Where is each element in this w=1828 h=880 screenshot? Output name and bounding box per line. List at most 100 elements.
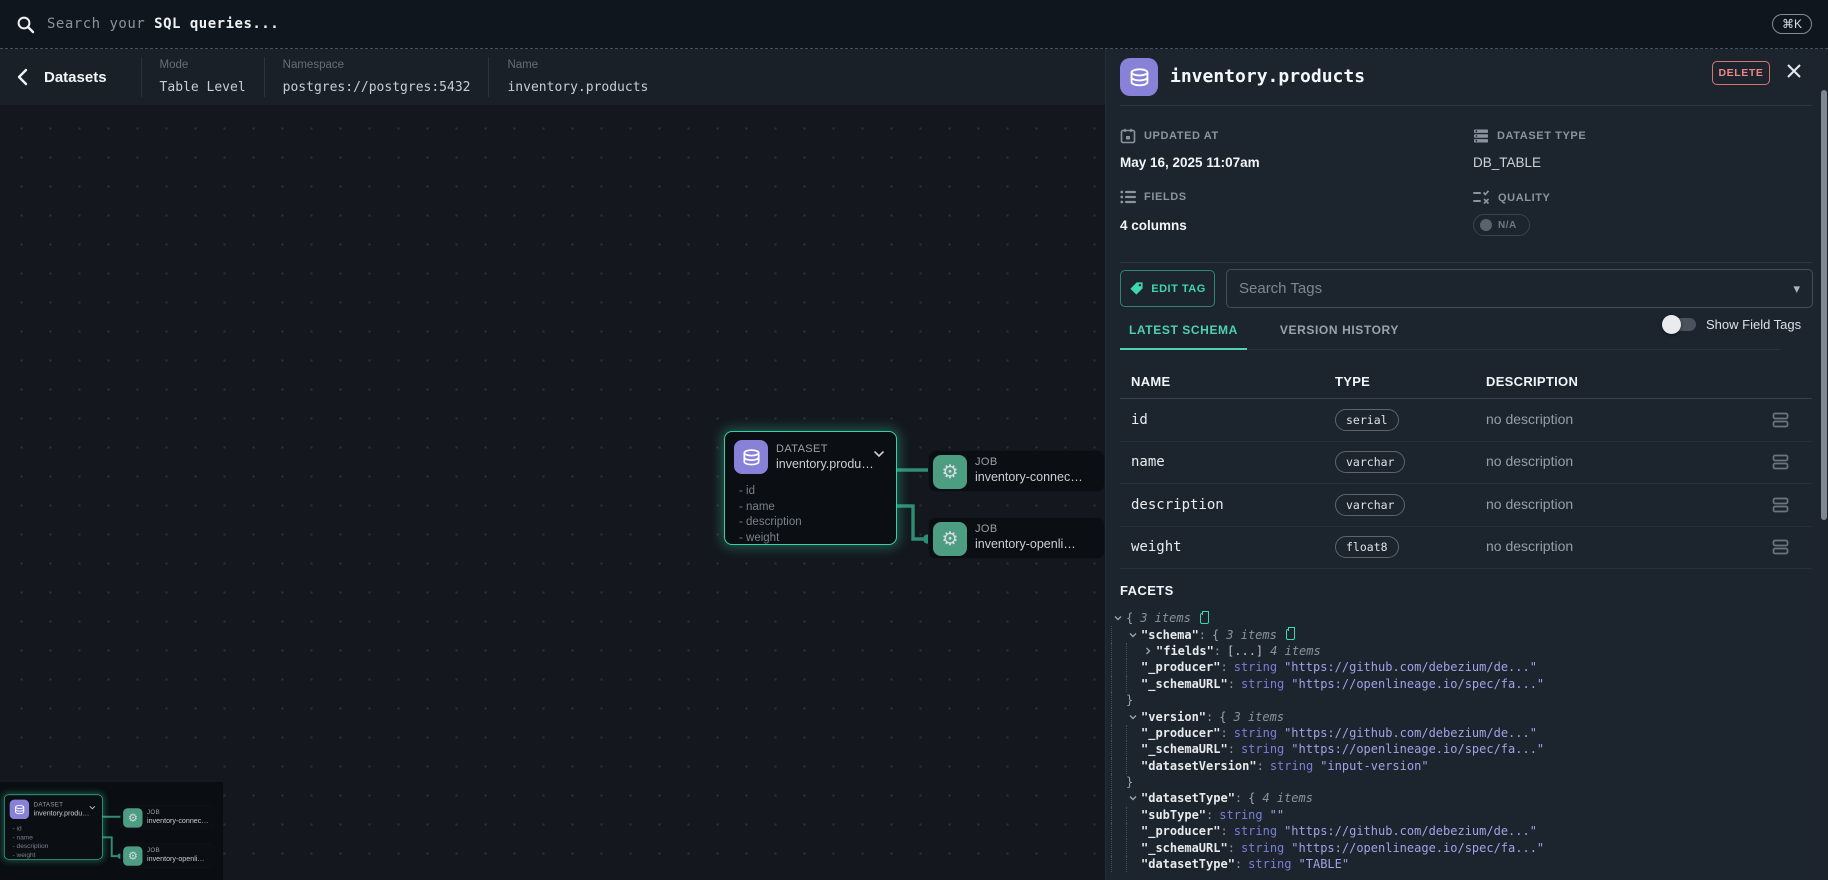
dataset-type-label: DATASET TYPE	[1473, 128, 1586, 144]
lineage-canvas[interactable]: DATASET inventory.produ… - id - name - des…	[0, 105, 1105, 880]
header-meta-mode: Mode Table Level	[140, 57, 264, 97]
page-header: Datasets Mode Table Level Namespace post…	[0, 49, 1105, 105]
dataset-field: - weight	[739, 531, 780, 544]
node-kind-label: DATASET	[776, 443, 828, 455]
json-key: "subType"	[1141, 807, 1207, 822]
json-colon: :	[1234, 791, 1243, 806]
close-icon[interactable]	[1784, 61, 1804, 81]
json-key: "fields"	[1156, 643, 1214, 658]
back-button[interactable]	[0, 68, 44, 86]
collapse-caret-icon[interactable]	[1126, 793, 1139, 803]
collapse-caret-icon[interactable]	[1126, 712, 1139, 722]
expand-caret-icon[interactable]	[1141, 646, 1154, 656]
minimap[interactable]: DATASET inventory.produ… - id - name - des…	[0, 782, 223, 880]
json-type: string	[1240, 840, 1285, 855]
json-brace: }	[1126, 693, 1134, 708]
field-name: weight	[1131, 539, 1182, 556]
facet-json-line: "_producer": string "https://github.com/de…	[1111, 724, 1812, 742]
indent-guide	[1111, 708, 1126, 725]
json-items: 4 items	[1262, 791, 1313, 806]
collapse-caret-icon[interactable]	[1126, 630, 1139, 640]
json-items: 3 items	[1226, 627, 1277, 642]
dataset-field: - id	[12, 825, 22, 833]
row-stack-icon[interactable]	[1772, 539, 1789, 555]
dataset-field-list: - id - name - description - weight	[13, 825, 49, 860]
search-placeholder-emphasis: SQL queries...	[154, 16, 280, 32]
indent-guide	[1111, 855, 1126, 873]
row-stack-icon[interactable]	[1772, 454, 1789, 470]
json-colon: :	[1227, 840, 1235, 855]
indent-guide	[1126, 839, 1141, 856]
json-items: 3 items	[1140, 611, 1191, 626]
facet-json-line: "subType": string ""	[1111, 806, 1812, 824]
database-icon	[734, 440, 768, 474]
json-type: string	[1233, 725, 1278, 740]
dataset-node[interactable]: DATASET inventory.produ… - id - name - des…	[724, 431, 897, 545]
json-type: string	[1240, 676, 1285, 691]
schema-row: name varchar no description	[1120, 442, 1812, 484]
database-icon	[9, 799, 30, 820]
field-type-badge: varchar	[1335, 451, 1406, 474]
indent-guide	[1111, 691, 1126, 709]
chevron-down-icon[interactable]: ▾	[1793, 281, 1800, 297]
job-node-openlineage[interactable]: ⚙ JOB inventory-openli…	[928, 517, 1105, 559]
toggle-switch[interactable]	[1662, 315, 1696, 334]
node-kind-label: JOB	[975, 523, 998, 535]
row-stack-icon[interactable]	[1772, 412, 1789, 428]
facet-json-line: }	[1111, 773, 1812, 791]
meta-label: Mode	[159, 59, 189, 71]
json-brace: }	[1126, 775, 1134, 790]
gear-icon: ⚙	[123, 808, 143, 828]
collapse-caret-icon[interactable]	[1111, 613, 1124, 623]
indent-guide	[1111, 823, 1126, 840]
dataset-field: - id	[739, 485, 755, 497]
dataset-field: - name	[739, 500, 775, 513]
tab-version-history[interactable]: VERSION HISTORY	[1271, 313, 1408, 349]
json-key: "datasetType"	[1141, 857, 1235, 872]
facets-json-viewer: {3 items "schema":{3 items "fields": [...] 4…	[1111, 610, 1812, 873]
facet-json-line: "_schemaURL": string "https://openlineage.…	[1111, 839, 1812, 856]
json-type: string	[1269, 758, 1314, 773]
edit-tag-button[interactable]: EDIT TAG	[1120, 270, 1215, 307]
json-colon: :	[1220, 824, 1228, 839]
row-stack-icon[interactable]	[1772, 497, 1789, 513]
node-kind-label: JOB	[975, 456, 998, 468]
quality-checklist-icon	[1473, 190, 1490, 205]
copy-to-clipboard-icon[interactable]	[1285, 627, 1295, 641]
quality-label: QUALITY	[1473, 190, 1550, 205]
show-field-tags-toggle[interactable]: Show Field Tags	[1662, 315, 1802, 334]
facet-json-line: "datasetVersion": string "input-version"	[1111, 757, 1812, 774]
field-name: id	[1131, 411, 1148, 428]
indent-guide	[1111, 626, 1126, 643]
indent-guide	[1111, 790, 1126, 807]
list-icon	[1120, 190, 1136, 204]
facet-json-line: "_schemaURL": string "https://openlineage.…	[1111, 675, 1812, 692]
json-str: "https://openlineage.io/spec/fa..."	[1291, 840, 1545, 855]
job-node-connector[interactable]: ⚙ JOB inventory-connec…	[928, 450, 1105, 492]
global-search-input[interactable]: Search your SQL queries...	[47, 16, 279, 32]
panel-scrollbar-thumb[interactable]	[1821, 90, 1827, 520]
minimap-job-node: ⚙ JOB inventory-openli…	[120, 843, 215, 868]
facet-json-line: "datasetType": string "TABLE"	[1111, 855, 1812, 873]
search-tags-input[interactable]: Search Tags ▾	[1226, 269, 1813, 308]
facets-title: FACETS	[1120, 583, 1174, 598]
tab-latest-schema[interactable]: LATEST SCHEMA	[1120, 313, 1247, 350]
indent-guide	[1111, 724, 1126, 742]
minimap-dataset-node: DATASET inventory.produ… - id - name - des…	[3, 794, 103, 860]
node-name-label: inventory.produ…	[776, 457, 874, 471]
gear-icon: ⚙	[933, 522, 967, 556]
facet-json-line: "datasetType": {4 items	[1111, 790, 1812, 807]
json-key: "version"	[1141, 709, 1207, 724]
page-title: Datasets	[44, 68, 107, 86]
collapse-fields-chevron-icon[interactable]	[873, 450, 885, 458]
schema-table-header: NAME TYPE DESCRIPTION	[1120, 365, 1812, 399]
indent-guide	[1126, 823, 1141, 840]
indent-guide	[1126, 675, 1141, 692]
schema-row: description varchar no description	[1120, 484, 1812, 527]
delete-button[interactable]: DELETE	[1712, 61, 1770, 85]
copy-to-clipboard-icon[interactable]	[1199, 610, 1209, 624]
indent-guide	[1111, 642, 1126, 660]
dataset-field: - description	[12, 842, 49, 850]
toggle-label: Show Field Tags	[1706, 317, 1802, 332]
facet-json-line: "version": {3 items	[1111, 708, 1812, 725]
